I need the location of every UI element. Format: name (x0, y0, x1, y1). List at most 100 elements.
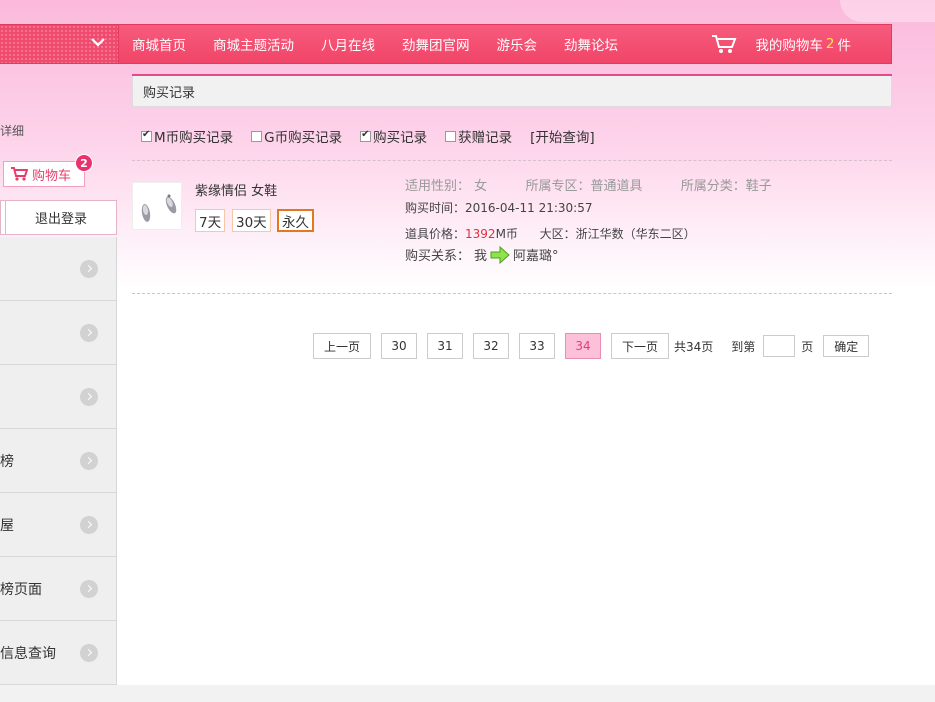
side-menu-item[interactable] (0, 365, 116, 429)
goto-page-input[interactable] (763, 335, 796, 357)
relation-from: 我 (474, 249, 488, 264)
time-label: 购买时间： (405, 201, 466, 215)
goto-suffix: 页 (801, 339, 814, 354)
cart-count: 2 (825, 36, 835, 52)
filter-purchase[interactable]: 购买记录 (360, 126, 427, 146)
price-region: 道具价格：1392M币 大区：浙江华数（华东二区） (405, 225, 696, 242)
cart-icon (11, 167, 28, 181)
side-menu-label: 屋 (0, 517, 14, 534)
start-query-link[interactable]: [开始查询] (530, 126, 595, 146)
page-title: 购买记录 (132, 76, 892, 107)
checkbox[interactable] (445, 130, 457, 142)
cart-badge: 2 (75, 154, 93, 172)
page-button[interactable]: 32 (473, 333, 509, 359)
nav-item-theme[interactable]: 商城主题活动 (200, 34, 308, 54)
top-nav: 商城首页 商城主题活动 八月在线 劲舞团官网 游乐会 劲舞论坛 我的购物车 2 … (118, 24, 892, 64)
filter-label: 获赠记录 (458, 130, 513, 146)
nav-item-home[interactable]: 商城首页 (119, 34, 200, 54)
current-page-button[interactable]: 34 (565, 333, 601, 359)
side-menu-item[interactable] (0, 237, 116, 301)
shoes-icon (141, 194, 177, 222)
nav-item-party[interactable]: 游乐会 (484, 34, 552, 54)
price-label: 道具价格： (405, 227, 466, 241)
goto-prefix: 到第 (731, 339, 756, 354)
side-menu-item[interactable] (0, 301, 116, 365)
filter-label: 购买记录 (373, 130, 428, 146)
confirm-button[interactable]: 确定 (823, 335, 870, 357)
account-buttons: 退出登录 (0, 200, 117, 235)
duration-7d[interactable]: 7天 (195, 209, 226, 232)
cart-suffix: 件 (837, 38, 852, 54)
item-name[interactable]: 紫缘情侣 女鞋 (195, 180, 277, 199)
page-button[interactable]: 31 (427, 333, 463, 359)
nav-item-august[interactable]: 八月在线 (308, 34, 389, 54)
page-button[interactable]: 33 (519, 333, 555, 359)
logout-button[interactable]: 退出登录 (6, 201, 116, 234)
category-label: 所属分类： (680, 179, 746, 194)
nav-item-forum[interactable]: 劲舞论坛 (551, 34, 632, 54)
item-thumbnail (132, 182, 182, 230)
filter-gcoin[interactable]: G币购买记录 (251, 126, 342, 146)
filter-mcoin[interactable]: M币购买记录 (141, 126, 233, 146)
divider (132, 293, 892, 294)
side-menu-item[interactable]: 榜 (0, 429, 116, 493)
detail-link[interactable]: 详细 (0, 122, 24, 139)
gender-label: 适用性别： (405, 179, 471, 194)
purchase-relation: 购买关系： 我 阿嘉璐° (405, 245, 559, 264)
checkbox[interactable] (251, 130, 263, 142)
chevron-right-icon (80, 260, 98, 278)
relation-to[interactable]: 阿嘉璐° (513, 245, 559, 264)
side-menu: 榜 屋 榜页面 信息查询 (0, 237, 117, 685)
chevron-down-icon (91, 38, 105, 47)
my-cart-link[interactable]: 我的购物车 2 件 (711, 34, 891, 54)
price-value: 1392 (465, 227, 496, 241)
side-menu-label: 榜 (0, 453, 14, 470)
prev-page-button[interactable]: 上一页 (313, 333, 371, 359)
next-page-button[interactable]: 下一页 (611, 333, 669, 359)
filter-gift[interactable]: 获赠记录 (445, 126, 512, 146)
item-attributes: 适用性别： 女 所属专区：普通道具 所属分类：鞋子 (405, 175, 772, 194)
filter-label: G币购买记录 (264, 130, 343, 146)
total-pages: 共34页 (674, 339, 714, 354)
chevron-right-icon (80, 452, 98, 470)
chevron-right-icon (80, 388, 98, 406)
record-filters: M币购买记录 G币购买记录 购买记录 获赠记录 [开始查询] (141, 126, 595, 146)
pagination: 上一页 30 31 32 33 34 下一页 共34页 到第 页 确定 (313, 333, 870, 359)
filter-label: M币购买记录 (154, 130, 234, 146)
side-menu-item[interactable]: 屋 (0, 493, 116, 557)
price-unit: M币 (495, 227, 518, 241)
page-button[interactable]: 30 (381, 333, 417, 359)
chevron-right-icon (80, 324, 98, 342)
side-menu-label: 信息查询 (0, 645, 56, 662)
purchase-record: 紫缘情侣 女鞋 7天 30天 永久 适用性别： 女 所属专区：普通道具 所属分类… (132, 179, 892, 280)
category-dropdown[interactable] (0, 24, 118, 64)
chevron-right-icon (80, 580, 98, 598)
checkbox[interactable] (141, 129, 152, 142)
side-menu-label: 榜页面 (0, 581, 42, 598)
divider (132, 160, 892, 161)
region-label: 大区： (539, 227, 576, 241)
region-value: 浙江华数（华东二区） (575, 227, 696, 241)
nav-item-official[interactable]: 劲舞团官网 (389, 34, 484, 54)
category-value: 鞋子 (745, 179, 772, 194)
cart-icon (712, 35, 737, 53)
gender-value: 女 (474, 179, 488, 194)
purchase-time: 购买时间：2016-04-11 21:30:57 (405, 199, 592, 216)
relation-label: 购买关系： (405, 249, 471, 264)
checkbox[interactable] (360, 129, 372, 142)
zone-value: 普通道具 (590, 179, 643, 194)
zone-label: 所属专区： (525, 179, 591, 194)
sidebar: 详细 购物车 2 退出登录 榜 屋 榜页面 信息查询 (0, 75, 117, 685)
side-menu-item[interactable]: 榜页面 (0, 557, 116, 621)
time-value: 2016-04-11 21:30:57 (465, 201, 593, 215)
duration-permanent[interactable]: 永久 (277, 209, 314, 232)
chevron-right-icon (80, 644, 98, 662)
side-menu-item[interactable]: 信息查询 (0, 621, 116, 685)
chevron-right-icon (80, 516, 98, 534)
header-decoration (840, 0, 935, 22)
sidebar-cart-button[interactable]: 购物车 2 (3, 154, 93, 187)
cart-prefix: 我的购物车 (755, 38, 823, 54)
duration-30d[interactable]: 30天 (232, 209, 271, 232)
arrow-right-icon (490, 245, 510, 264)
sidebar-cart-label: 购物车 (32, 168, 72, 184)
